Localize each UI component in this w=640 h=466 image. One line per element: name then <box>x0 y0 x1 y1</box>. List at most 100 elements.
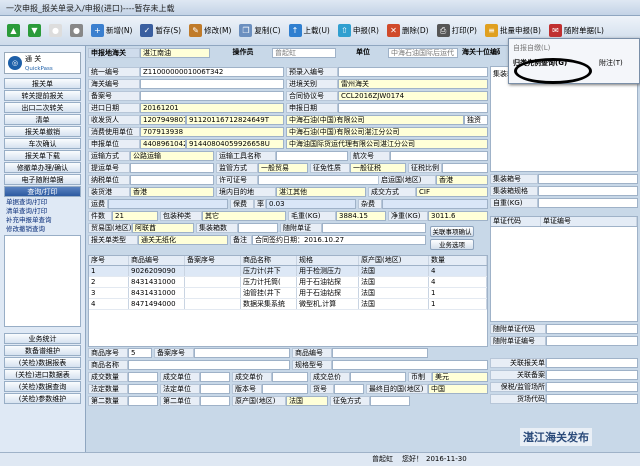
toolbar-button-10[interactable]: ✕ 删除(D) <box>384 20 432 42</box>
gross-weight-field[interactable]: 3884.15 <box>336 211 386 221</box>
sidebar-subitem-0[interactable]: 单据查询/打印 <box>6 198 79 206</box>
container-field-2[interactable] <box>538 198 638 208</box>
toolbar-button-0[interactable]: ▲ <box>4 20 23 42</box>
related-confirm-button[interactable]: 关联事项确认 <box>430 226 474 237</box>
currency-field[interactable]: 美元 <box>432 372 488 382</box>
toolbar-button-2[interactable]: ● <box>46 20 65 42</box>
origin-country-field[interactable]: 法国 <box>286 396 328 406</box>
unit-field[interactable]: 中海石油国际后运代 <box>388 48 458 58</box>
license-no-field[interactable] <box>258 175 388 185</box>
related-field-1[interactable] <box>546 370 638 380</box>
business-options-button[interactable]: 业务选项 <box>430 239 474 250</box>
contract-no-field[interactable]: CCL2016ZJW0174 <box>338 91 488 101</box>
loading-port-field[interactable]: 香港 <box>130 187 214 197</box>
goods-code-field[interactable] <box>332 348 428 358</box>
sidebar-item-4[interactable]: 报关单撤销 <box>4 126 81 137</box>
related-field-2[interactable] <box>546 382 638 392</box>
sidebar-item-1[interactable]: 转关提前报关 <box>4 90 81 101</box>
menu-item-remarks[interactable]: 附注(T) <box>599 57 623 69</box>
vehicle-name-field[interactable] <box>276 151 348 161</box>
operator-field[interactable]: 曾起虹 <box>272 48 336 58</box>
deal-qty-field[interactable] <box>128 372 158 382</box>
legal-unit-field[interactable] <box>200 384 230 394</box>
version-no-field[interactable] <box>262 384 308 394</box>
second-qty-field[interactable] <box>128 396 158 406</box>
trade-country-field[interactable]: 阿联酋 <box>132 223 194 233</box>
packages-field[interactable]: 21 <box>112 211 158 221</box>
goods-record-seq-field[interactable] <box>194 348 290 358</box>
container-field-0[interactable] <box>538 174 638 184</box>
sidebar-item-2[interactable]: 出口二次转关 <box>4 102 81 113</box>
depart-country-field[interactable]: 香港 <box>436 175 488 185</box>
toolbar-button-1[interactable]: ▼ <box>25 20 44 42</box>
decl-type-field[interactable]: 通关无纸化 <box>138 235 228 245</box>
sidebar-bottom-item-2[interactable]: (关检)数据报表 <box>4 357 81 368</box>
declare-unit-credit-field[interactable]: 91440804059926658U <box>186 139 284 149</box>
container-count-field[interactable] <box>238 223 278 233</box>
table-row[interactable]: 1 9026209090 压力计(井下 用于检测压力 法国 4 <box>89 266 487 277</box>
domestic-dest-field[interactable]: 湛江其他 <box>276 187 366 197</box>
transport-mode-field[interactable]: 公路运输 <box>130 151 214 161</box>
docs-field-0[interactable] <box>546 324 638 334</box>
pre-entry-no-field[interactable] <box>338 67 488 77</box>
consignee-code-field[interactable]: 1207949807 <box>140 115 186 125</box>
second-unit-field[interactable] <box>200 396 230 406</box>
consumer-code-field[interactable]: 707913938 <box>140 127 284 137</box>
sidebar-item-9[interactable]: 查询/打印 <box>4 186 81 197</box>
table-row[interactable]: 4 8471494000 数据采集系统 微型机,计算 法国 1 <box>89 299 487 310</box>
toolbar-button-8[interactable]: ↑ 上载(U) <box>286 20 333 42</box>
record-no-field[interactable] <box>140 91 284 101</box>
toolbar-button-7[interactable]: ❐ 复制(C) <box>236 20 283 42</box>
consignee-name-field[interactable]: 中海石油(中国)有限公司 <box>286 115 464 125</box>
declare-unit-code-field[interactable]: 4408961042 <box>140 139 186 149</box>
sidebar-item-3[interactable]: 清单 <box>4 114 81 125</box>
consignee-credit-field[interactable]: 91120116712824649T <box>186 115 284 125</box>
sidebar-bottom-item-5[interactable]: (关检)参数维护 <box>4 393 81 404</box>
unified-no-field[interactable]: Z1100000001006T342 <box>140 67 284 77</box>
declare-date-field[interactable] <box>338 103 488 113</box>
bill-no-field[interactable] <box>130 163 214 173</box>
related-field-3[interactable] <box>546 394 638 404</box>
freight-field[interactable] <box>108 199 228 209</box>
sidebar-subitem-3[interactable]: 修改撤销查询 <box>6 225 79 233</box>
tax-ratio-field[interactable] <box>442 163 488 173</box>
trade-terms-field[interactable]: CIF <box>416 187 488 197</box>
sidebar-bottom-item-1[interactable]: 数备谱维护 <box>4 345 81 356</box>
supervise-mode-field[interactable]: 一般贸易 <box>258 163 308 173</box>
attached-docs-field[interactable] <box>322 223 426 233</box>
levy-mode-field[interactable] <box>370 396 410 406</box>
declare-unit-name-field[interactable]: 中海油国际货运代理有限公司湛江分公司 <box>286 139 488 149</box>
table-row[interactable]: 3 8431431000 油管挂(井下 用于石油钻探 法国 1 <box>89 288 487 299</box>
toolbar-button-3[interactable]: ● <box>67 20 86 42</box>
final-country-field[interactable]: 中国 <box>428 384 488 394</box>
sidebar-bottom-item-3[interactable]: (关检)进口数据表 <box>4 369 81 380</box>
table-row[interactable]: 2 8431431000 压力计托筒(用于石油钻探 法国 4 <box>89 277 487 288</box>
sidebar-item-8[interactable]: 电子随附单据 <box>4 174 81 185</box>
legal-qty-field[interactable] <box>128 384 158 394</box>
insurance-field[interactable]: 0.03 <box>266 199 356 209</box>
sidebar-item-0[interactable]: 报关单 <box>4 78 81 89</box>
deal-unit-field[interactable] <box>200 372 230 382</box>
menu-item-self-declare[interactable]: 自报自缴(L) <box>513 42 550 54</box>
related-field-0[interactable] <box>546 358 638 368</box>
docs-field-1[interactable] <box>546 336 638 346</box>
goods-name-field[interactable] <box>128 360 290 370</box>
tax-unit-field[interactable] <box>130 175 214 185</box>
deal-total-field[interactable] <box>350 372 406 382</box>
goods-spec-field[interactable] <box>332 360 488 370</box>
import-date-field[interactable]: 20161201 <box>140 103 284 113</box>
sidebar-bottom-item-0[interactable]: 业务统计 <box>4 333 81 344</box>
toolbar-button-6[interactable]: ✎ 修改(M) <box>186 20 234 42</box>
toolbar-button-4[interactable]: + 新增(N) <box>88 20 135 42</box>
customs-no-field[interactable] <box>140 79 284 89</box>
toolbar-button-11[interactable]: ⎙ 打印(P) <box>434 20 480 42</box>
sidebar-item-7[interactable]: 修撤单办理/确认 <box>4 162 81 173</box>
misc-fee-field[interactable] <box>382 199 488 209</box>
entry-port-field[interactable]: 雷州海关 <box>338 79 488 89</box>
item-no-field[interactable] <box>334 384 364 394</box>
enterprise-type-field[interactable]: 独资 <box>464 115 488 125</box>
sidebar-subitem-2[interactable]: 补充申报单查询 <box>6 216 79 224</box>
toolbar-button-9[interactable]: ⇧ 申报(R) <box>335 20 382 42</box>
goods-seq-field[interactable]: 5 <box>128 348 152 358</box>
sidebar-bottom-item-4[interactable]: (关检)数据查询 <box>4 381 81 392</box>
